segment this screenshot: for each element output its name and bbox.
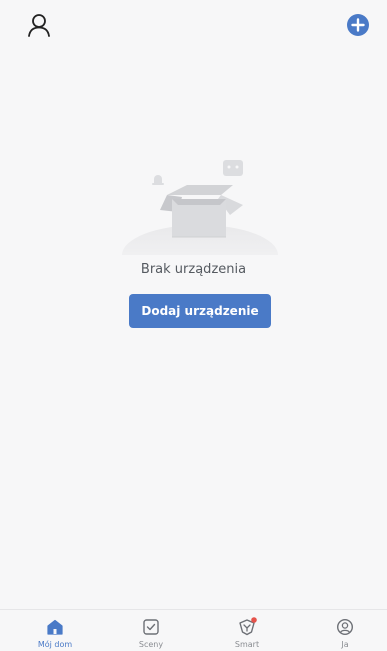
- smart-shield-icon: [239, 617, 257, 636]
- tab-label: Sceny: [138, 640, 164, 649]
- empty-box-icon: [120, 155, 280, 285]
- add-device-button[interactable]: Dodaj urządzenie: [129, 294, 271, 328]
- tab-my-home[interactable]: Mój dom: [20, 610, 90, 651]
- notification-badge: [251, 617, 257, 623]
- home-screen: Brak urządzenia Dodaj urządzenie Mój dom…: [0, 0, 387, 651]
- home-icon: [47, 619, 63, 635]
- tab-scenes[interactable]: Sceny: [116, 610, 186, 651]
- tab-label: Ja: [341, 640, 349, 649]
- empty-message: Brak urządzenia: [140, 262, 247, 277]
- person-outline-icon: [28, 14, 50, 37]
- tab-me[interactable]: Ja: [310, 610, 380, 651]
- checkbox-icon: [143, 619, 159, 635]
- user-circle-icon: [336, 618, 354, 636]
- tab-label: Smart: [234, 640, 260, 649]
- add-button[interactable]: [346, 13, 370, 37]
- tab-smart[interactable]: Smart: [212, 610, 282, 651]
- tab-bar: Mój dom Sceny Smart Ja: [0, 610, 387, 651]
- plus-circle-icon: [347, 14, 369, 36]
- tab-label: Mój dom: [37, 640, 73, 649]
- profile-button[interactable]: [26, 12, 52, 38]
- top-bar: [0, 0, 387, 50]
